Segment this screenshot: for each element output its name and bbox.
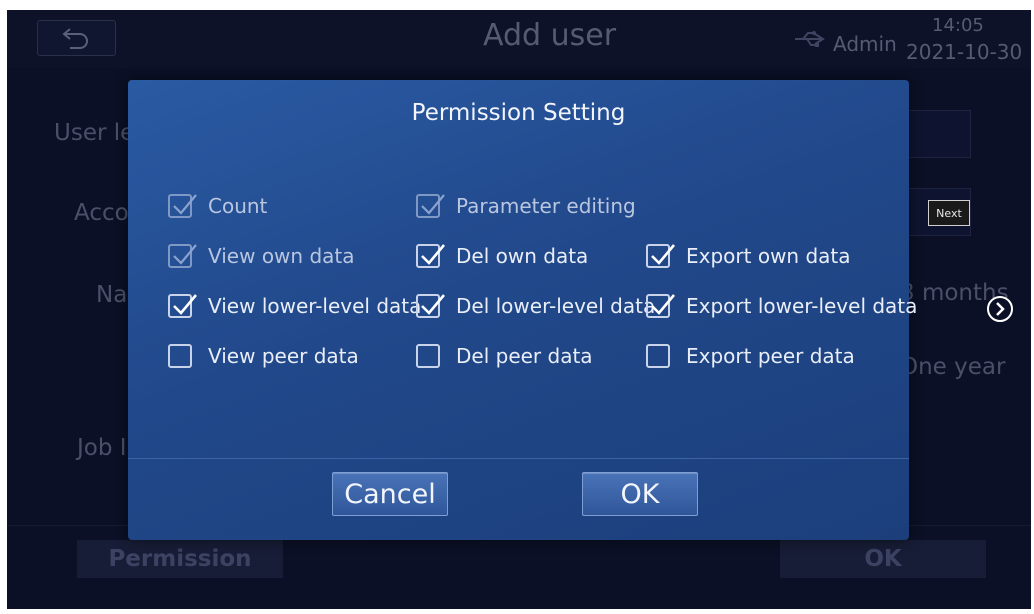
checkbox-export-own-data[interactable] <box>646 244 675 268</box>
top-bar: Add user Admin 14:05 2021-10-30 <box>7 10 1031 68</box>
perm-label-del-lower-level-data: Del lower-level data <box>456 294 656 318</box>
ok-button-background[interactable]: OK <box>780 540 986 578</box>
checkmark-icon <box>421 294 445 315</box>
next-tag[interactable]: Next <box>928 200 970 226</box>
perm-label-view-peer-data: View peer data <box>208 344 359 368</box>
checkbox-del-own-data[interactable] <box>416 244 445 268</box>
ok-button[interactable]: OK <box>582 472 698 516</box>
checkmark-icon <box>173 244 197 265</box>
back-button[interactable] <box>37 20 116 56</box>
usb-icon <box>795 31 825 47</box>
permission-dialog: Permission Setting Count Parameter editi… <box>128 80 917 540</box>
dialog-footer-divider <box>128 458 909 459</box>
validity-option-one-year[interactable]: One year <box>900 354 1005 380</box>
checkmark-icon <box>173 194 197 215</box>
checkmark-icon <box>421 244 445 265</box>
page-title: Add user <box>483 18 617 53</box>
perm-export-lower-level-data[interactable]: Export lower-level data <box>646 294 917 318</box>
checkbox-view-lower-level-data[interactable] <box>168 294 197 318</box>
checkmark-icon <box>651 244 675 265</box>
back-arrow-icon <box>61 28 88 49</box>
perm-label-export-lower-level-data: Export lower-level data <box>686 294 918 318</box>
perm-label-del-peer-data: Del peer data <box>456 344 593 368</box>
clock-date: 2021-10-30 <box>906 40 1023 64</box>
perm-del-lower-level-data[interactable]: Del lower-level data <box>416 294 655 318</box>
account-label: Acco <box>74 200 129 226</box>
perm-del-own-data[interactable]: Del own data <box>416 244 588 268</box>
perm-del-peer-data[interactable]: Del peer data <box>416 344 593 368</box>
permission-button[interactable]: Permission <box>77 540 283 578</box>
checkbox-export-peer-data[interactable] <box>646 344 670 368</box>
checkbox-del-peer-data[interactable] <box>416 344 440 368</box>
cancel-button[interactable]: Cancel <box>332 472 448 516</box>
perm-label-parameter-editing: Parameter editing <box>456 194 636 218</box>
perm-label-del-own-data: Del own data <box>456 244 589 268</box>
checkbox-export-lower-level-data[interactable] <box>646 294 675 318</box>
checkmark-icon <box>173 294 197 315</box>
checkbox-count[interactable] <box>168 194 197 218</box>
dialog-title: Permission Setting <box>411 100 626 126</box>
screen: Add user Admin 14:05 2021-10-30 User le … <box>7 10 1031 609</box>
perm-view-own-data[interactable]: View own data <box>168 244 355 268</box>
clock-time: 14:05 <box>932 15 984 36</box>
perm-label-export-peer-data: Export peer data <box>686 344 855 368</box>
perm-label-view-own-data: View own data <box>208 244 355 268</box>
checkmark-icon <box>651 294 675 315</box>
checkbox-del-lower-level-data[interactable] <box>416 294 445 318</box>
checkmark-icon <box>421 194 445 215</box>
perm-label-export-own-data: Export own data <box>686 244 851 268</box>
checkbox-view-peer-data[interactable] <box>168 344 192 368</box>
chevron-right-icon[interactable] <box>985 294 1015 324</box>
job-label: Job I <box>77 435 127 461</box>
perm-count[interactable]: Count <box>168 194 267 218</box>
perm-parameter-editing[interactable]: Parameter editing <box>416 194 636 218</box>
perm-export-peer-data[interactable]: Export peer data <box>646 344 855 368</box>
perm-export-own-data[interactable]: Export own data <box>646 244 851 268</box>
user-level-label: User le <box>54 120 135 146</box>
perm-view-lower-level-data[interactable]: View lower-level data <box>168 294 421 318</box>
checkbox-parameter-editing[interactable] <box>416 194 445 218</box>
checkbox-view-own-data[interactable] <box>168 244 197 268</box>
perm-label-count: Count <box>208 194 268 218</box>
perm-label-view-lower-level-data: View lower-level data <box>208 294 422 318</box>
perm-view-peer-data[interactable]: View peer data <box>168 344 359 368</box>
user-label: Admin <box>833 32 897 56</box>
name-label: Na <box>96 282 128 308</box>
